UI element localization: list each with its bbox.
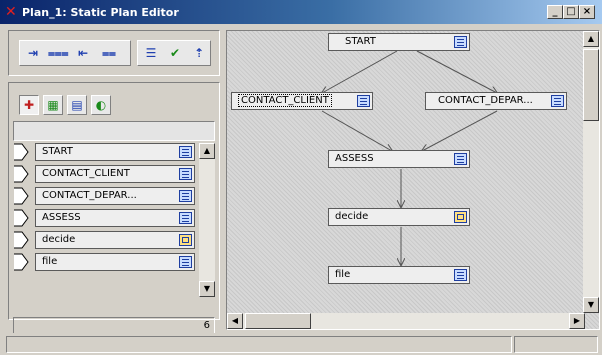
diagram-edges [227, 50, 600, 330]
row-pointer-icon [14, 231, 29, 249]
list-item[interactable]: decide [35, 231, 195, 249]
scroll-left-button[interactable]: ◀ [227, 313, 243, 329]
row-pointer-icon [14, 165, 29, 183]
list-item-label: file [42, 256, 58, 267]
grid-view-icon[interactable]: ▦ [43, 95, 63, 115]
list-icon[interactable]: ☰ [142, 44, 160, 62]
edge-contact-client-assess [321, 110, 392, 151]
status-pane-secondary [514, 336, 598, 353]
row-pointer-icon [14, 187, 29, 205]
node-list-panel: ✚ ▦ ▤ ◐ START CONTACT_CLIENT CONTACT_DEP… [8, 82, 220, 335]
window-title: Plan_1: Static Plan Editor [22, 6, 179, 19]
row-pointer-icon [14, 143, 29, 161]
step-out-icon[interactable]: ⇤ [74, 44, 92, 62]
node-label: ASSESS [335, 153, 374, 164]
list-item[interactable]: CONTACT_CLIENT [35, 165, 195, 183]
toggle-view-icon[interactable]: ◐ [91, 95, 111, 115]
list-item-label: START [42, 146, 73, 157]
list-item-label: CONTACT_CLIENT [42, 168, 130, 179]
close-button[interactable]: × [579, 5, 595, 19]
scroll-thumb[interactable] [583, 49, 599, 121]
step-in-icon[interactable]: ⇥ [24, 44, 42, 62]
main-toolbar: ⇥ ⩶ ⇤ ⩵ ☰ ✔ ⇡ [8, 30, 220, 76]
sort-up-icon[interactable]: ⇡ [190, 44, 208, 62]
list-item[interactable]: ASSESS [35, 209, 195, 227]
list-item-label: decide [42, 234, 76, 245]
step-doc-icon [179, 256, 192, 268]
node-label: CONTACT_CLIENT [238, 94, 332, 107]
step-doc-icon [357, 95, 370, 107]
diagram-node-contact-client[interactable]: CONTACT_CLIENT [231, 92, 373, 110]
step-doc-icon [551, 95, 564, 107]
step-doc-icon [179, 212, 192, 224]
maximize-button[interactable]: □ [563, 5, 579, 19]
diagram-node-file[interactable]: file [328, 266, 470, 284]
scroll-up-button[interactable]: ▲ [583, 31, 599, 47]
step-doc-icon [454, 269, 467, 281]
scroll-down-button[interactable]: ▼ [583, 297, 599, 313]
list-view-icon[interactable]: ▤ [67, 95, 87, 115]
canvas-vertical-scrollbar[interactable]: ▲ ▼ [583, 31, 599, 313]
diagram-node-assess[interactable]: ASSESS [328, 150, 470, 168]
node-label: CONTACT_DEPAR... [438, 95, 533, 106]
step-doc-icon [454, 153, 467, 165]
list-item-label: CONTACT_DEPAR... [42, 190, 137, 201]
decision-icon [179, 234, 192, 246]
node-label: file [335, 269, 351, 280]
toolbar-group-navigation: ⇥ ⩶ ⇤ ⩵ [19, 40, 131, 66]
tree-view-icon[interactable]: ✚ [19, 95, 39, 115]
scroll-up-button[interactable]: ▲ [199, 143, 215, 159]
scroll-down-button[interactable]: ▼ [199, 281, 215, 297]
step-doc-icon [179, 190, 192, 202]
row-pointer-icon [14, 253, 29, 271]
list-item[interactable]: START [35, 143, 195, 161]
title-bar: ✕ Plan_1: Static Plan Editor _ □ × [0, 0, 602, 24]
edge-contact-depar-assess [422, 110, 498, 151]
node-label: START [345, 36, 376, 47]
list-header-strip [13, 121, 215, 141]
diagram-node-contact-depar[interactable]: CONTACT_DEPAR... [425, 92, 567, 110]
edge-start-contact-client [322, 50, 398, 93]
collapse-icon[interactable]: ⩶ [48, 44, 69, 62]
node-label: decide [335, 211, 369, 222]
expand-icon[interactable]: ⩵ [100, 44, 118, 62]
diagram-node-decide[interactable]: decide [328, 208, 470, 226]
scroll-thumb[interactable] [245, 313, 311, 329]
status-pane-main [6, 336, 512, 353]
list-scrollbar[interactable]: ▲ ▼ [199, 143, 215, 297]
toolbar-group-actions: ☰ ✔ ⇡ [137, 40, 211, 66]
list-item-label: ASSESS [42, 212, 81, 223]
edge-start-contact-depar [416, 50, 497, 93]
scroll-right-button[interactable]: ▶ [569, 313, 585, 329]
diagram-canvas[interactable]: START CONTACT_CLIENT CONTACT_DEPAR... AS… [226, 30, 600, 330]
app-icon: ✕ [5, 4, 17, 20]
status-bar [0, 333, 602, 355]
canvas-horizontal-scrollbar[interactable]: ◀ ▶ [227, 313, 585, 329]
list-item[interactable]: CONTACT_DEPAR... [35, 187, 195, 205]
minimize-button[interactable]: _ [547, 5, 563, 19]
step-doc-icon [454, 36, 467, 48]
row-pointer-icon [14, 209, 29, 227]
step-doc-icon [179, 146, 192, 158]
node-list: START CONTACT_CLIENT CONTACT_DEPAR... AS… [13, 141, 215, 317]
step-doc-icon [179, 168, 192, 180]
check-icon[interactable]: ✔ [166, 44, 184, 62]
left-panel: ⇥ ⩶ ⇤ ⩵ ☰ ✔ ⇡ ✚ ▦ ▤ ◐ START CONTACT_CLIE… [8, 30, 220, 335]
list-item[interactable]: file [35, 253, 195, 271]
decision-icon [454, 211, 467, 223]
diagram-node-start[interactable]: START [328, 33, 470, 51]
